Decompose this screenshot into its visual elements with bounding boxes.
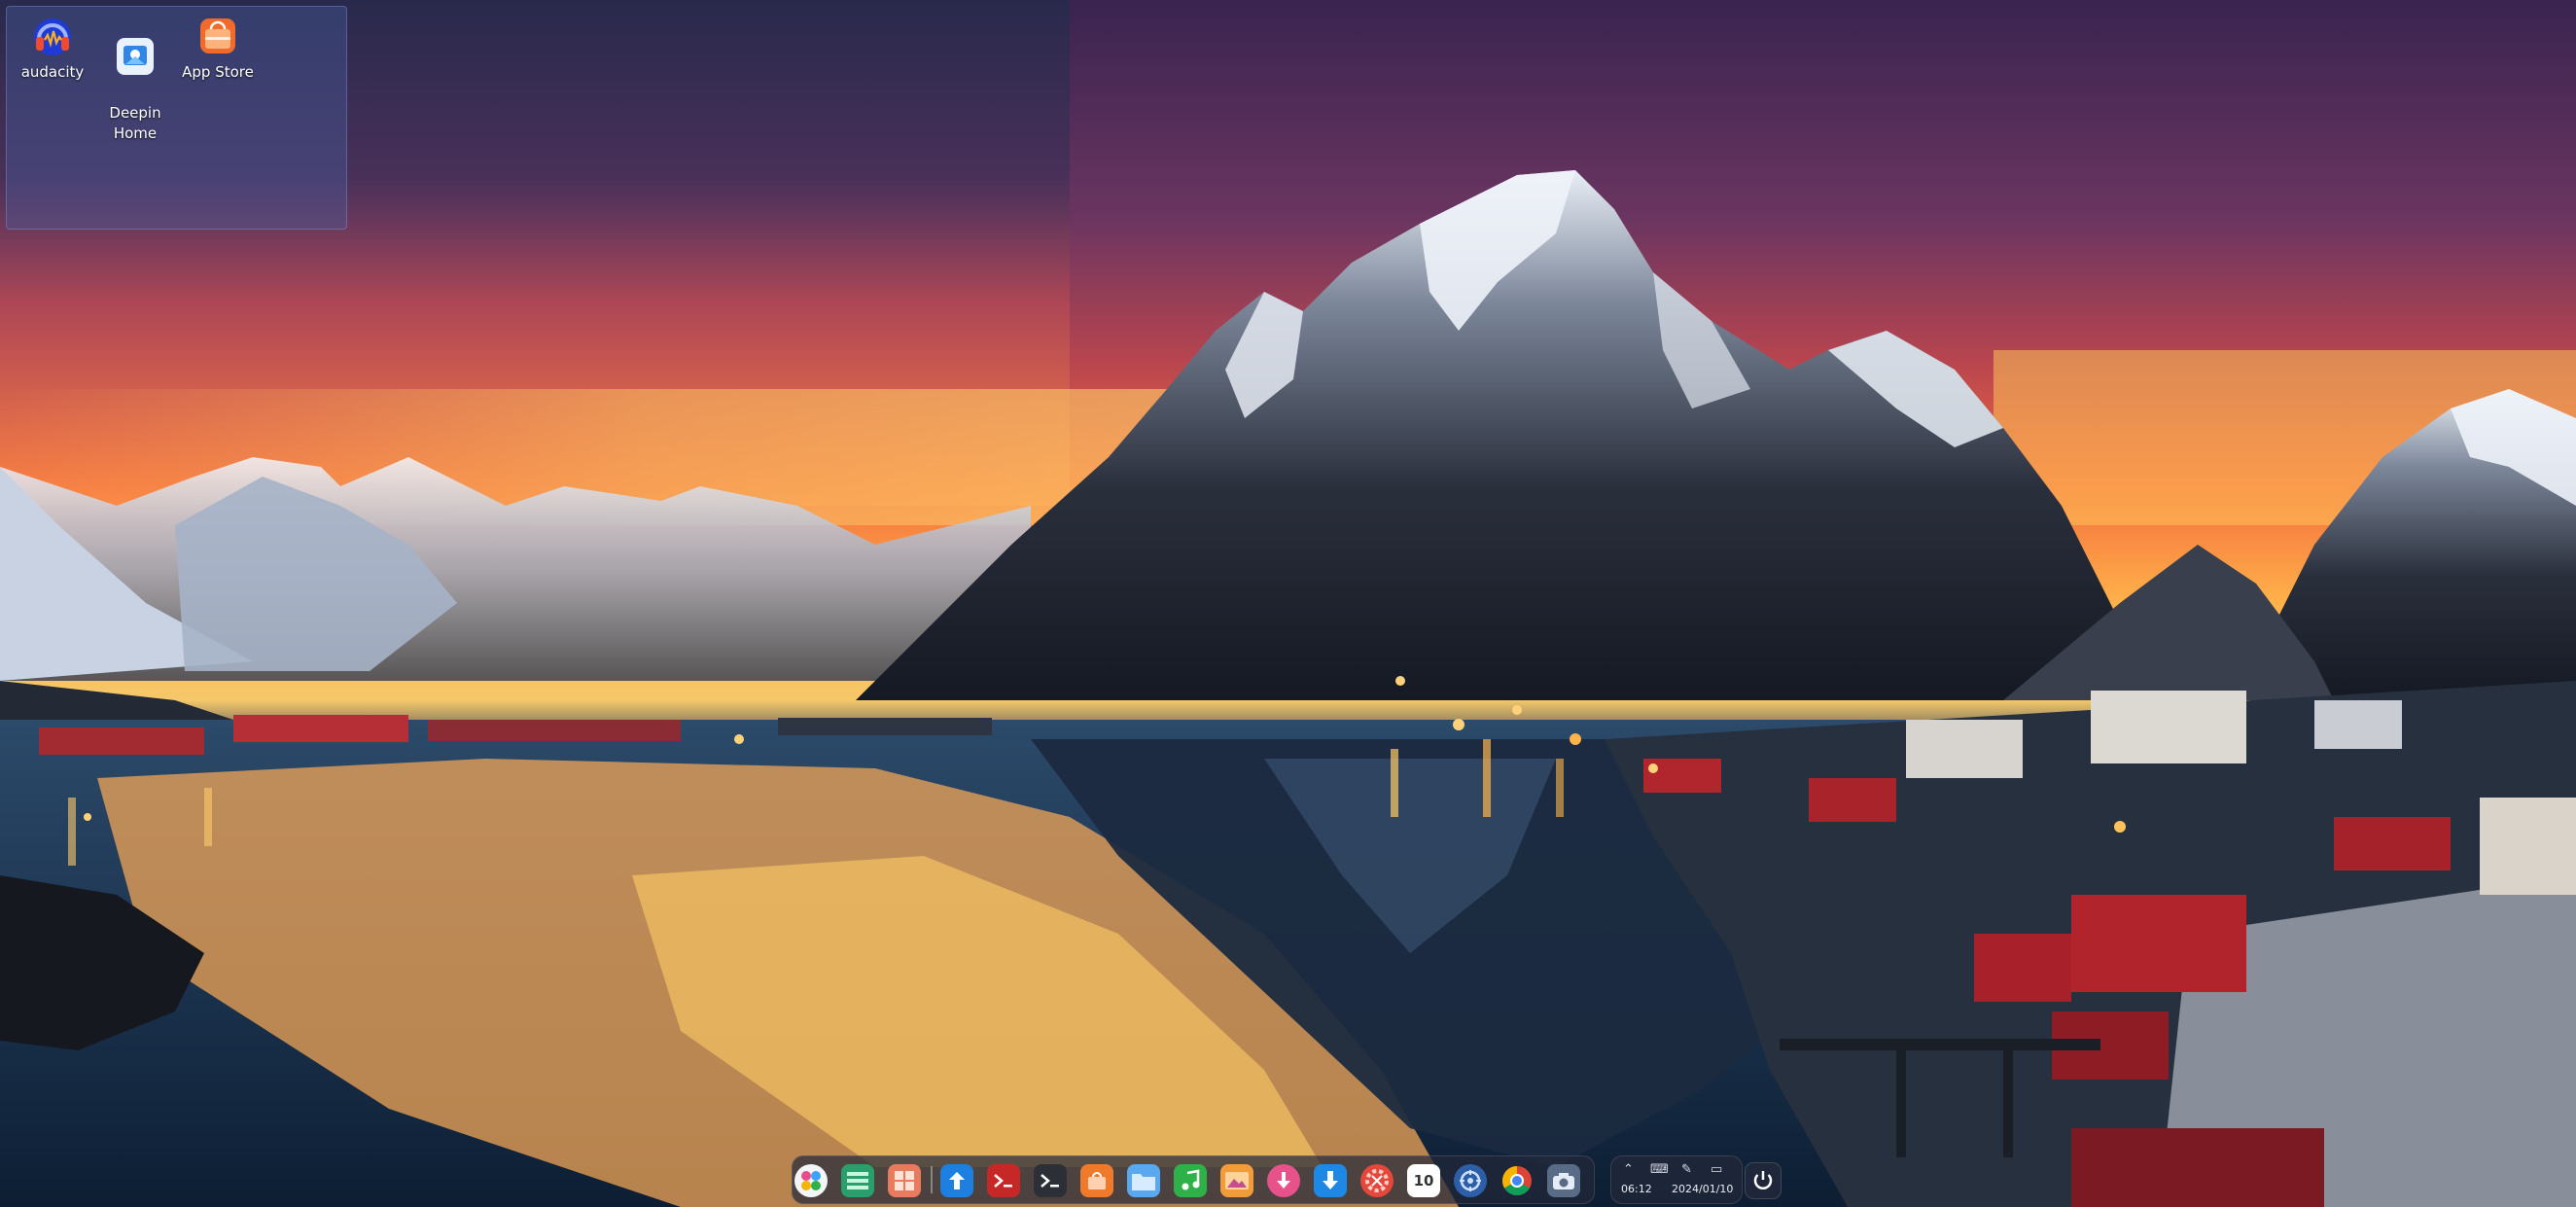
desktop-icon-deepin-home[interactable]: Deepin Home (93, 14, 177, 144)
desktop-icon-app-store[interactable]: App Store (176, 14, 260, 83)
launcher-icon[interactable] (794, 1164, 828, 1197)
show-desktop-icon[interactable] (888, 1164, 921, 1197)
desktop-icon-audacity[interactable]: audacity (11, 14, 94, 83)
photos-icon[interactable] (1220, 1164, 1253, 1197)
desktop-icon-label: Deepin Home (109, 104, 161, 142)
update-icon[interactable] (1314, 1164, 1347, 1197)
pen-icon[interactable]: ✎ (1681, 1162, 1692, 1178)
calendar-day: 10 (1413, 1172, 1434, 1189)
dock: 10 (792, 1155, 1595, 1204)
desktop-icon-label: App Store (182, 63, 254, 81)
folder-icon[interactable] (1127, 1164, 1160, 1197)
app-store-icon (200, 18, 235, 53)
music-icon[interactable] (1174, 1164, 1207, 1197)
battery-icon[interactable]: ▭ (1711, 1162, 1722, 1178)
deepin-home-icon (117, 38, 154, 75)
desktop: audacity Deepin Home App Store 10 ⌃ ⌨ ✎ … (0, 0, 2576, 1207)
calendar-icon[interactable]: 10 (1407, 1164, 1440, 1197)
control-center-icon[interactable] (1454, 1164, 1487, 1197)
settings-icon[interactable] (1360, 1164, 1394, 1197)
file-manager-icon[interactable] (940, 1164, 973, 1197)
terminal-red-icon[interactable] (987, 1164, 1020, 1197)
chevron-up-icon[interactable]: ⌃ (1623, 1162, 1634, 1178)
system-tray: ⌃ ⌨ ✎ ▭ 06:12 2024/01/10 (1610, 1155, 1743, 1204)
power-button[interactable] (1745, 1162, 1782, 1199)
multitask-icon[interactable] (841, 1164, 874, 1197)
app-store-icon[interactable] (1080, 1164, 1113, 1197)
downloader-icon[interactable] (1267, 1164, 1300, 1197)
desktop-wallpaper (0, 0, 2576, 1207)
clock-time[interactable]: 06:12 (1621, 1183, 1652, 1196)
terminal-icon[interactable] (1034, 1164, 1067, 1197)
dock-separator (931, 1166, 933, 1193)
chrome-icon[interactable] (1500, 1164, 1534, 1197)
audacity-icon (34, 18, 71, 55)
desktop-icon-label: audacity (20, 63, 85, 81)
clock-date[interactable]: 2024/01/10 (1672, 1183, 1733, 1196)
power-icon (1753, 1171, 1773, 1189)
camera-icon[interactable] (1547, 1164, 1580, 1197)
keyboard-icon[interactable]: ⌨ (1650, 1162, 1669, 1178)
